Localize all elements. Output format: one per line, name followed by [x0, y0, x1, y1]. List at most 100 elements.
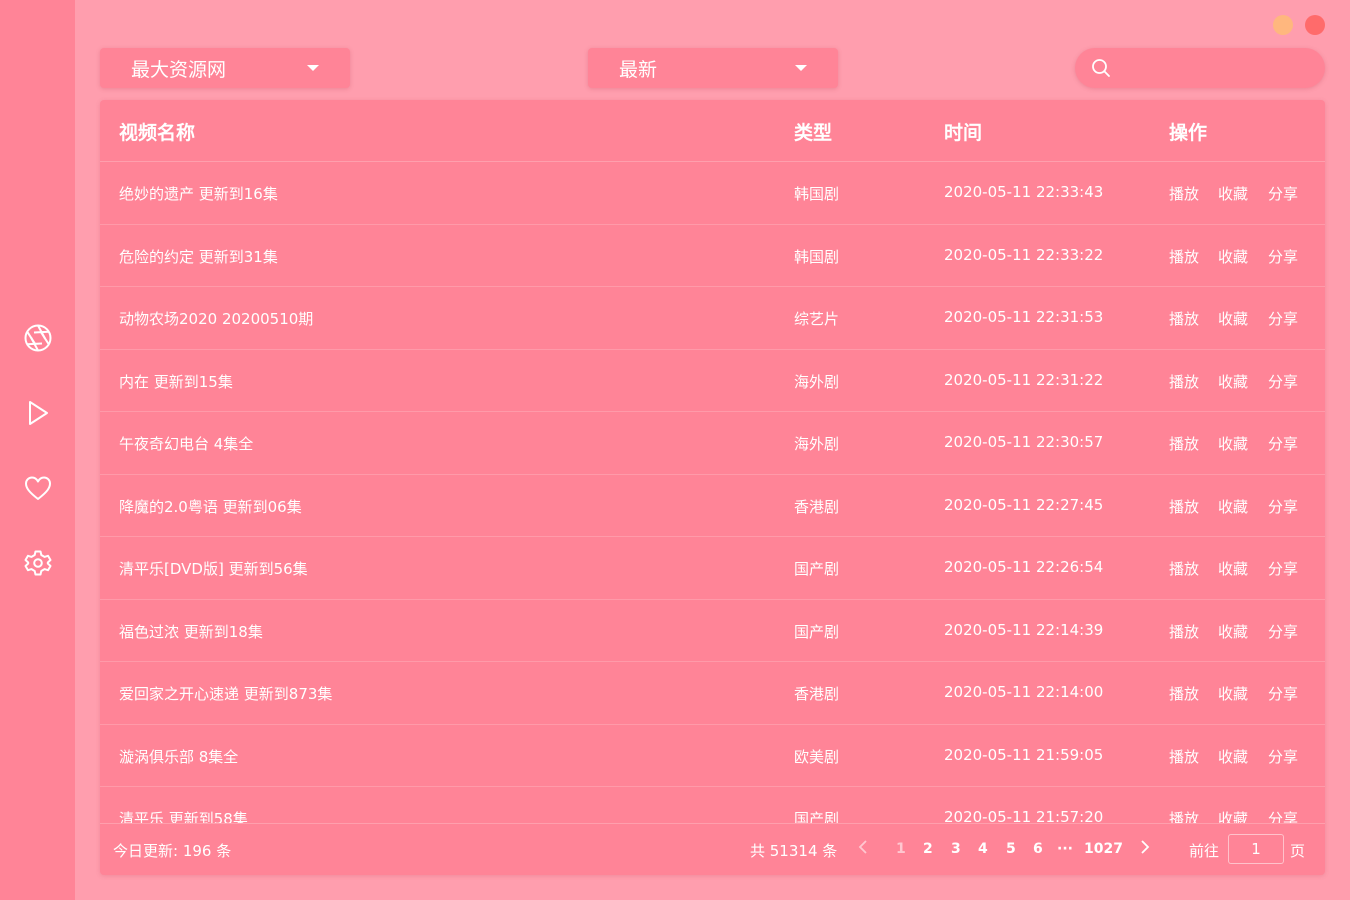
video-name[interactable]: 漩涡俱乐部 8集全	[119, 746, 238, 767]
video-name[interactable]: 爱回家之开心速递 更新到873集	[119, 683, 332, 704]
video-name[interactable]: 福色过浓 更新到18集	[119, 621, 263, 642]
favorite-button[interactable]: 收藏	[1218, 558, 1248, 579]
video-time: 2020-05-11 22:33:43	[944, 183, 1104, 201]
goto-page-input[interactable]	[1228, 834, 1284, 864]
video-type: 国产剧	[794, 810, 840, 823]
video-time: 2020-05-11 21:59:05	[944, 745, 1104, 764]
share-button[interactable]: 分享	[1268, 558, 1298, 579]
share-button[interactable]: 分享	[1268, 308, 1298, 329]
search-icon	[1092, 59, 1110, 77]
video-table: 视频名称 类型 时间 操作 绝妙的遗产 更新到16集 韩国剧 2020-05-11 …	[100, 100, 1325, 875]
source-select[interactable]: 最大资源网	[100, 48, 350, 88]
play-button[interactable]: 播放	[1169, 558, 1199, 579]
page-6-button[interactable]: 6	[1033, 841, 1043, 857]
play-button[interactable]: 播放	[1169, 246, 1199, 267]
chevron-right-icon	[1141, 840, 1150, 854]
favorite-button[interactable]: 收藏	[1218, 808, 1248, 823]
page-4-button[interactable]: 4	[978, 841, 988, 857]
favorite-button[interactable]: 收藏	[1218, 308, 1248, 329]
play-button[interactable]: 播放	[1169, 746, 1199, 767]
category-select-value: 最新	[619, 58, 658, 81]
column-header-time: 时间	[944, 122, 983, 144]
column-header-actions: 操作	[1169, 122, 1208, 144]
share-button[interactable]: 分享	[1268, 371, 1298, 392]
favorite-button[interactable]: 收藏	[1218, 183, 1248, 204]
play-button[interactable]: 播放	[1169, 808, 1199, 823]
sidebar-item-play[interactable]	[22, 397, 54, 429]
favorite-button[interactable]: 收藏	[1218, 746, 1248, 767]
share-button[interactable]: 分享	[1268, 683, 1298, 704]
play-button[interactable]: 播放	[1169, 371, 1199, 392]
video-type: 香港剧	[794, 685, 840, 703]
minimize-button[interactable]	[1273, 15, 1293, 35]
video-name[interactable]: 午夜奇幻电台 4集全	[119, 433, 253, 454]
play-button[interactable]: 播放	[1169, 433, 1199, 454]
favorite-button[interactable]: 收藏	[1218, 371, 1248, 392]
prev-page-button[interactable]	[858, 838, 868, 860]
video-name[interactable]: 危险的约定 更新到31集	[119, 246, 278, 267]
play-button[interactable]: 播放	[1169, 496, 1199, 517]
chevron-down-icon	[795, 65, 807, 71]
total-count: 共 51314 条	[750, 842, 838, 860]
page-2-button[interactable]: 2	[923, 841, 933, 857]
table-row[interactable]: 清平乐[DVD版] 更新到56集 国产剧 2020-05-11 22:26:54 播放…	[100, 537, 1325, 600]
video-type: 欧美剧	[794, 747, 840, 766]
goto-label: 前往	[1189, 842, 1220, 860]
play-button[interactable]: 播放	[1169, 621, 1199, 642]
page-1-button[interactable]: 1	[896, 841, 906, 857]
play-button[interactable]: 播放	[1169, 183, 1199, 204]
table-row[interactable]: 福色过浓 更新到18集 国产剧 2020-05-11 22:14:39 播放 收藏 分享	[100, 600, 1325, 662]
table-row[interactable]: 内在 更新到15集 海外剧 2020-05-11 22:31:22 播放 收藏 分享	[100, 350, 1325, 412]
video-name[interactable]: 绝妙的遗产 更新到16集	[119, 183, 278, 204]
video-name[interactable]: 内在 更新到15集	[119, 371, 233, 392]
table-row[interactable]: 清平乐 更新到58集 国产剧 2020-05-11 21:57:20 播放 收藏 分享	[100, 787, 1325, 823]
share-button[interactable]: 分享	[1268, 621, 1298, 642]
page-3-button[interactable]: 3	[951, 841, 961, 857]
favorite-button[interactable]: 收藏	[1218, 246, 1248, 267]
page-last-button[interactable]: 1027	[1084, 841, 1123, 857]
video-time: 2020-05-11 22:30:57	[944, 433, 1104, 451]
table-header: 视频名称 类型 时间 操作	[100, 100, 1325, 162]
search-input[interactable]	[1123, 54, 1308, 82]
play-button[interactable]: 播放	[1169, 308, 1199, 329]
share-button[interactable]: 分享	[1268, 433, 1298, 454]
table-row[interactable]: 爱回家之开心速递 更新到873集 香港剧 2020-05-11 22:14:00 播放…	[100, 662, 1325, 725]
sidebar-item-favorites[interactable]	[22, 472, 54, 504]
aperture-icon	[24, 324, 52, 352]
play-button[interactable]: 播放	[1169, 683, 1199, 704]
page-5-button[interactable]: 5	[1006, 841, 1016, 857]
table-row[interactable]: 降魔的2.0粤语 更新到06集 香港剧 2020-05-11 22:27:45 播放收…	[100, 475, 1325, 537]
video-type: 韩国剧	[794, 247, 840, 266]
more-pages-button[interactable]: ···	[1057, 841, 1073, 857]
favorite-button[interactable]: 收藏	[1218, 621, 1248, 642]
video-name[interactable]: 清平乐[DVD版] 更新到56集	[119, 558, 308, 579]
sidebar-item-settings[interactable]	[22, 547, 54, 579]
close-button[interactable]	[1305, 15, 1325, 35]
favorite-button[interactable]: 收藏	[1218, 433, 1248, 454]
table-row[interactable]: 漩涡俱乐部 8集全 欧美剧 2020-05-11 21:59:05 播放 收藏 分享	[100, 725, 1325, 787]
page-suffix: 页	[1290, 842, 1306, 860]
category-select[interactable]: 最新	[588, 48, 838, 88]
table-row[interactable]: 午夜奇幻电台 4集全 海外剧 2020-05-11 22:30:57 播放 收藏 分享	[100, 412, 1325, 475]
table-row[interactable]: 危险的约定 更新到31集 韩国剧 2020-05-11 22:33:22 播放 收藏 分享	[100, 225, 1325, 287]
share-button[interactable]: 分享	[1268, 246, 1298, 267]
video-type: 香港剧	[794, 497, 840, 516]
video-name[interactable]: 清平乐 更新到58集	[119, 808, 248, 823]
table-row[interactable]: 动物农场2020 20200510期 综艺片 2020-05-11 22:31:53…	[100, 287, 1325, 350]
video-time: 2020-05-11 22:33:22	[944, 245, 1104, 264]
table-row[interactable]: 绝妙的遗产 更新到16集 韩国剧 2020-05-11 22:33:43 播放 收藏 分享	[100, 162, 1325, 225]
video-name[interactable]: 降魔的2.0粤语 更新到06集	[119, 496, 302, 517]
video-name[interactable]: 动物农场2020 20200510期	[119, 308, 313, 329]
next-page-button[interactable]	[1140, 838, 1150, 860]
share-button[interactable]: 分享	[1268, 808, 1298, 823]
share-button[interactable]: 分享	[1268, 496, 1298, 517]
favorite-button[interactable]: 收藏	[1218, 496, 1248, 517]
video-time: 2020-05-11 22:14:39	[944, 620, 1104, 639]
sidebar-item-discover[interactable]	[22, 322, 54, 354]
video-type: 韩国剧	[794, 185, 840, 203]
table-footer: 今日更新: 196 条 共 51314 条 1 2 3 4 5 6 ··· 10…	[100, 823, 1325, 875]
share-button[interactable]: 分享	[1268, 746, 1298, 767]
share-button[interactable]: 分享	[1268, 183, 1298, 204]
favorite-button[interactable]: 收藏	[1218, 683, 1248, 704]
chevron-down-icon	[307, 65, 319, 71]
